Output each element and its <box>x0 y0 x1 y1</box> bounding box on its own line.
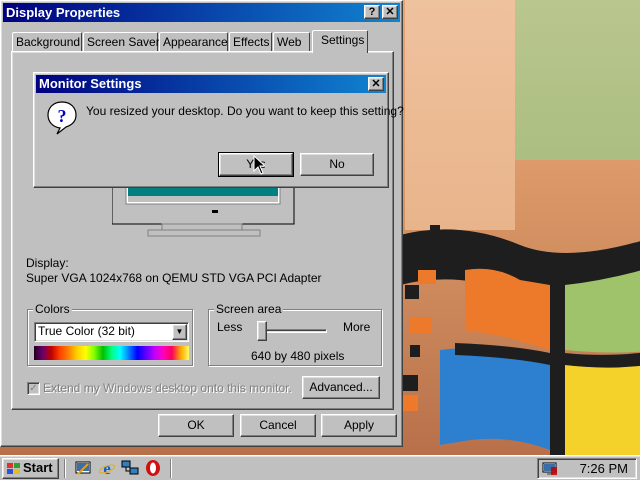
resolution-slider-thumb[interactable] <box>257 321 267 341</box>
display-settings-icon[interactable] <box>542 461 558 477</box>
dialog-close-button[interactable]: ✕ <box>368 77 384 91</box>
no-button[interactable]: No <box>300 153 374 176</box>
colors-dropdown-value: True Color (32 bit) <box>38 324 135 338</box>
help-button[interactable]: ? <box>364 5 380 19</box>
opera-icon[interactable] <box>144 459 162 477</box>
desktop-icon[interactable] <box>74 459 92 477</box>
extend-desktop-label: Extend my Windows desktop onto this moni… <box>43 381 292 395</box>
tab-background[interactable]: Background <box>12 32 82 52</box>
close-button[interactable]: ✕ <box>382 5 398 19</box>
tab-screen-saver[interactable]: Screen Saver <box>83 32 160 52</box>
screen-area-groupbox: Screen area Less More 640 by 480 pixels <box>208 302 382 366</box>
windows-logo-icon <box>7 463 20 474</box>
dialog-titlebar[interactable]: Monitor Settings ✕ <box>36 75 386 93</box>
svg-text:e: e <box>103 459 111 477</box>
apply-button[interactable]: Apply <box>321 414 397 437</box>
window-titlebar[interactable]: Display Properties ? ✕ <box>3 3 400 22</box>
color-palette-preview <box>34 346 189 360</box>
cancel-button[interactable]: Cancel <box>240 414 316 437</box>
window-title: Display Properties <box>6 5 121 20</box>
colors-dropdown[interactable]: True Color (32 bit) ▼ <box>34 322 189 342</box>
advanced-button[interactable]: Advanced... <box>302 376 380 399</box>
display-properties-window: Display Properties ? ✕ Background Screen… <box>0 0 403 447</box>
ok-button[interactable]: OK <box>158 414 234 437</box>
dialog-title: Monitor Settings <box>39 76 142 91</box>
colors-groupbox: Colors True Color (32 bit) ▼ <box>27 302 193 366</box>
taskbar-separator <box>64 459 66 478</box>
resolution-text: 640 by 480 pixels <box>251 349 345 363</box>
network-icon[interactable] <box>121 459 139 477</box>
monitor-settings-dialog: Monitor Settings ✕ ? You resized your de… <box>33 72 404 188</box>
tab-appearance[interactable]: Appearance <box>159 32 228 52</box>
colors-group-title: Colors <box>33 302 72 316</box>
display-adapter-text: Super VGA 1024x768 on QEMU STD VGA PCI A… <box>26 271 322 285</box>
tab-effects[interactable]: Effects <box>229 32 272 52</box>
svg-text:?: ? <box>58 106 67 126</box>
more-label: More <box>343 320 371 334</box>
windows-flag-logo <box>400 225 640 455</box>
wallpaper-band <box>515 0 640 160</box>
screen-area-group-title: Screen area <box>214 302 284 316</box>
chevron-down-icon[interactable]: ▼ <box>172 324 187 340</box>
start-label: Start <box>23 460 53 475</box>
checkmark-icon: ✓ <box>29 383 38 394</box>
clock: 7:26 PM <box>579 461 628 476</box>
taskbar: Start e 7:26 PM <box>0 455 640 480</box>
question-icon: ? <box>47 101 77 135</box>
extend-desktop-checkbox[interactable]: ✓ <box>27 382 40 395</box>
tab-settings[interactable]: Settings <box>312 30 368 53</box>
less-label: Less <box>217 320 243 334</box>
dialog-message: You resized your desktop. Do you want to… <box>86 104 404 118</box>
internet-explorer-icon[interactable]: e <box>98 459 116 477</box>
tab-web[interactable]: Web <box>273 32 310 52</box>
start-button[interactable]: Start <box>2 458 59 479</box>
wallpaper-band <box>405 0 515 230</box>
mouse-cursor-icon <box>253 155 267 175</box>
system-tray: 7:26 PM <box>537 458 637 479</box>
resolution-slider-track[interactable] <box>257 329 327 333</box>
display-label: Display: <box>26 256 69 270</box>
taskbar-separator <box>170 459 172 478</box>
